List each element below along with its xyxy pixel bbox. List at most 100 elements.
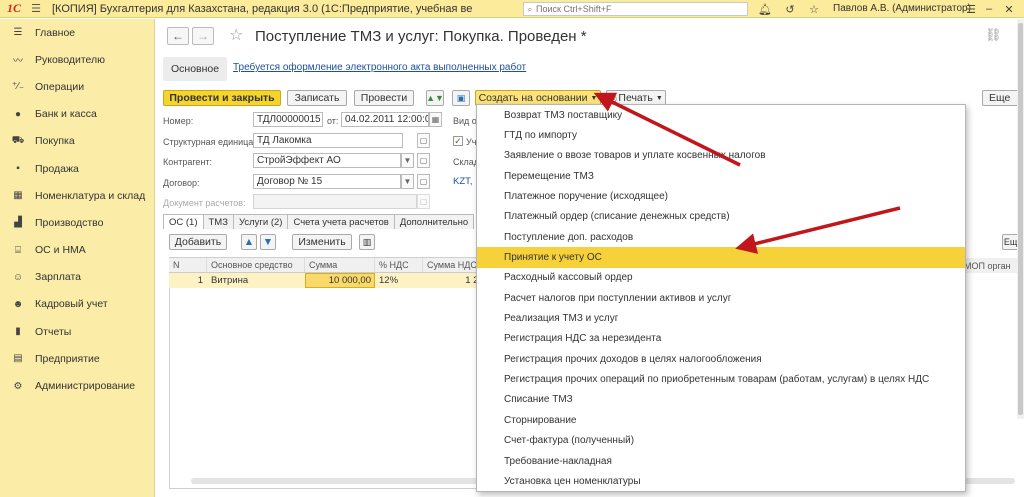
contractor-field[interactable]: СтройЭффект АО	[253, 153, 401, 168]
col-asset[interactable]: Основное средство	[207, 258, 305, 272]
hamburger-menu-icon[interactable]: ☰	[28, 0, 44, 18]
menu-item[interactable]: Платежное поручение (исходящее)	[477, 186, 965, 206]
menu-item[interactable]: Расчет налогов при поступлении активов и…	[477, 288, 965, 308]
search-icon: ⌕	[527, 3, 533, 14]
sidebar-item-main[interactable]: ☰ Главное	[0, 19, 154, 46]
sidebar-item-bank[interactable]: ● Банк и касса	[0, 101, 154, 128]
tab-additional[interactable]: Дополнительно	[393, 214, 475, 229]
number-field[interactable]: ТДЛ00000015	[253, 112, 323, 127]
e-act-warning-link[interactable]: Требуется оформление электронного акта в…	[233, 62, 526, 73]
contractor-dropdown-icon[interactable]: ▼	[401, 153, 414, 168]
move-up-button[interactable]: ▲	[241, 234, 257, 250]
star-icon[interactable]: ☆	[806, 0, 822, 18]
add-row-button[interactable]: Добавить	[169, 234, 227, 250]
menu-item[interactable]: Поступление доп. расходов	[477, 227, 965, 247]
back-button[interactable]: ←	[167, 27, 189, 45]
menu-item[interactable]: Заявление о ввозе товаров и уплате косве…	[477, 146, 965, 166]
sidebar-item-reports[interactable]: ▮ Отчеты	[0, 318, 154, 345]
tab-main[interactable]: Основное	[163, 57, 228, 81]
menu-item[interactable]: Сторнирование	[477, 410, 965, 430]
chevron-down-icon: ▼	[590, 94, 598, 102]
link-icon[interactable]: ⛓	[985, 27, 1002, 43]
menu-item[interactable]: Установка цен номенклатуры	[477, 471, 965, 491]
post-button[interactable]: Провести	[354, 90, 414, 106]
trend-icon: 〰	[13, 56, 23, 68]
tab-settlement-accounts[interactable]: Счета учета расчетов	[287, 214, 395, 229]
tab-tmz[interactable]: ТМЗ	[202, 214, 234, 229]
menu-item[interactable]: Платежный ордер (списание денежных средс…	[477, 207, 965, 227]
menu-item[interactable]: Регистрация прочих доходов в целях налог…	[477, 349, 965, 369]
structure-button[interactable]: ▣	[452, 90, 470, 106]
arrow-left-icon: ←	[172, 29, 184, 43]
search-input[interactable]	[536, 4, 736, 14]
menu-item[interactable]: Требование-накладная	[477, 451, 965, 471]
user-name[interactable]: Павлов А.В. (Администратор)	[833, 3, 971, 14]
sidebar-item-salary[interactable]: ☺ Зарплата	[0, 264, 154, 291]
minimize-icon[interactable]: –	[983, 0, 995, 18]
document-subtabs: ОС (1) ТМЗ Услуги (2) Счета учета расчет…	[163, 214, 475, 229]
col-sum[interactable]: Сумма	[305, 258, 375, 272]
cell-vat-pct[interactable]: 12%	[375, 273, 423, 288]
sidebar-item-production[interactable]: ▟ Производство	[0, 209, 154, 236]
menu-item[interactable]: Расходный кассовый ордер	[477, 268, 965, 288]
close-icon[interactable]: ✕	[1002, 0, 1016, 18]
favorite-star-icon[interactable]: ☆	[229, 25, 243, 45]
sidebar-item-hr[interactable]: ☻ Кадровый учет	[0, 291, 154, 318]
edit-row-button[interactable]: Изменить	[292, 234, 352, 250]
tab-fixed-assets[interactable]: ОС (1)	[163, 214, 204, 229]
menu-icon: ☰	[13, 27, 23, 39]
bell-icon[interactable]: 🔔︎	[757, 0, 773, 18]
calendar-icon[interactable]: ▦	[429, 112, 442, 127]
currency-link[interactable]: KZT,	[453, 176, 473, 187]
menu-item[interactable]: Регистрация НДС за нерезидента	[477, 329, 965, 349]
settlement-doc-label: Документ расчетов:	[163, 198, 246, 208]
menu-item-fixed-asset-acceptance[interactable]: Принятие к учету ОС	[477, 247, 965, 268]
barcode-button[interactable]: ▥	[359, 234, 375, 250]
sidebar-item-warehouse[interactable]: ▦ Номенклатура и склад	[0, 182, 154, 209]
table-row[interactable]: 1 Витрина 10 000,00 12% 1 200	[169, 273, 489, 288]
assets-icon: ⌸	[15, 244, 21, 256]
menu-item[interactable]: Возврат ТМЗ поставщику	[477, 105, 965, 125]
unit-open-icon[interactable]: ▢	[417, 133, 430, 148]
scrollbar-thumb[interactable]	[1018, 23, 1023, 415]
history-icon[interactable]: ↺	[782, 0, 798, 18]
vertical-scrollbar[interactable]	[1017, 19, 1024, 419]
sidebar-item-enterprise[interactable]: ▤ Предприятие	[0, 345, 154, 372]
col-n[interactable]: N	[169, 258, 207, 272]
cell-asset[interactable]: Витрина	[207, 273, 305, 288]
accounting-check-label: Уч	[466, 137, 477, 147]
post-and-close-button[interactable]: Провести и закрыть	[163, 90, 281, 106]
tab-services[interactable]: Услуги (2)	[232, 214, 289, 229]
save-button[interactable]: Записать	[287, 90, 347, 106]
cell-sum[interactable]: 10 000,00	[305, 273, 375, 288]
sidebar-item-operations[interactable]: ⁺∕₋ Операции	[0, 73, 154, 100]
col-mop-organ[interactable]: МОП орган	[960, 258, 1024, 273]
settings-menu-icon[interactable]: ☰	[964, 0, 978, 18]
sidebar-item-assets[interactable]: ⌸ ОС и НМА	[0, 237, 154, 264]
global-search[interactable]: ⌕	[523, 2, 748, 16]
forward-button[interactable]: →	[192, 27, 214, 45]
sidebar-item-manager[interactable]: 〰 Руководителю	[0, 46, 154, 73]
menu-item[interactable]: Перемещение ТМЗ	[477, 166, 965, 186]
accounting-checkbox[interactable]: ✓	[453, 136, 463, 146]
number-label: Номер:	[163, 116, 194, 126]
menu-item[interactable]: Счет-фактура (полученный)	[477, 431, 965, 451]
1c-logo: 1С	[6, 1, 21, 15]
menu-item[interactable]: ГТД по импорту	[477, 125, 965, 145]
sidebar-item-admin[interactable]: ⚙ Администрирование	[0, 372, 154, 399]
contract-dropdown-icon[interactable]: ▼	[401, 174, 414, 189]
dt-kt-button[interactable]: ▲▼	[426, 90, 444, 106]
contract-field[interactable]: Договор № 15	[253, 174, 401, 189]
contract-open-icon[interactable]: ▢	[417, 174, 430, 189]
date-field[interactable]: 04.02.2011 12:00:00	[341, 112, 429, 127]
cell-n: 1	[197, 275, 203, 286]
unit-field[interactable]: ТД Лакомка	[253, 133, 403, 148]
sidebar-item-purchase[interactable]: ⛟ Покупка	[0, 128, 154, 155]
menu-item[interactable]: Регистрация прочих операций по приобрете…	[477, 369, 965, 389]
menu-item[interactable]: Списание ТМЗ	[477, 390, 965, 410]
col-vat-pct[interactable]: % НДС	[375, 258, 423, 272]
menu-item[interactable]: Реализация ТМЗ и услуг	[477, 308, 965, 328]
contractor-open-icon[interactable]: ▢	[417, 153, 430, 168]
move-down-button[interactable]: ▼	[260, 234, 276, 250]
sidebar-item-sales[interactable]: ▪ Продажа	[0, 155, 154, 182]
